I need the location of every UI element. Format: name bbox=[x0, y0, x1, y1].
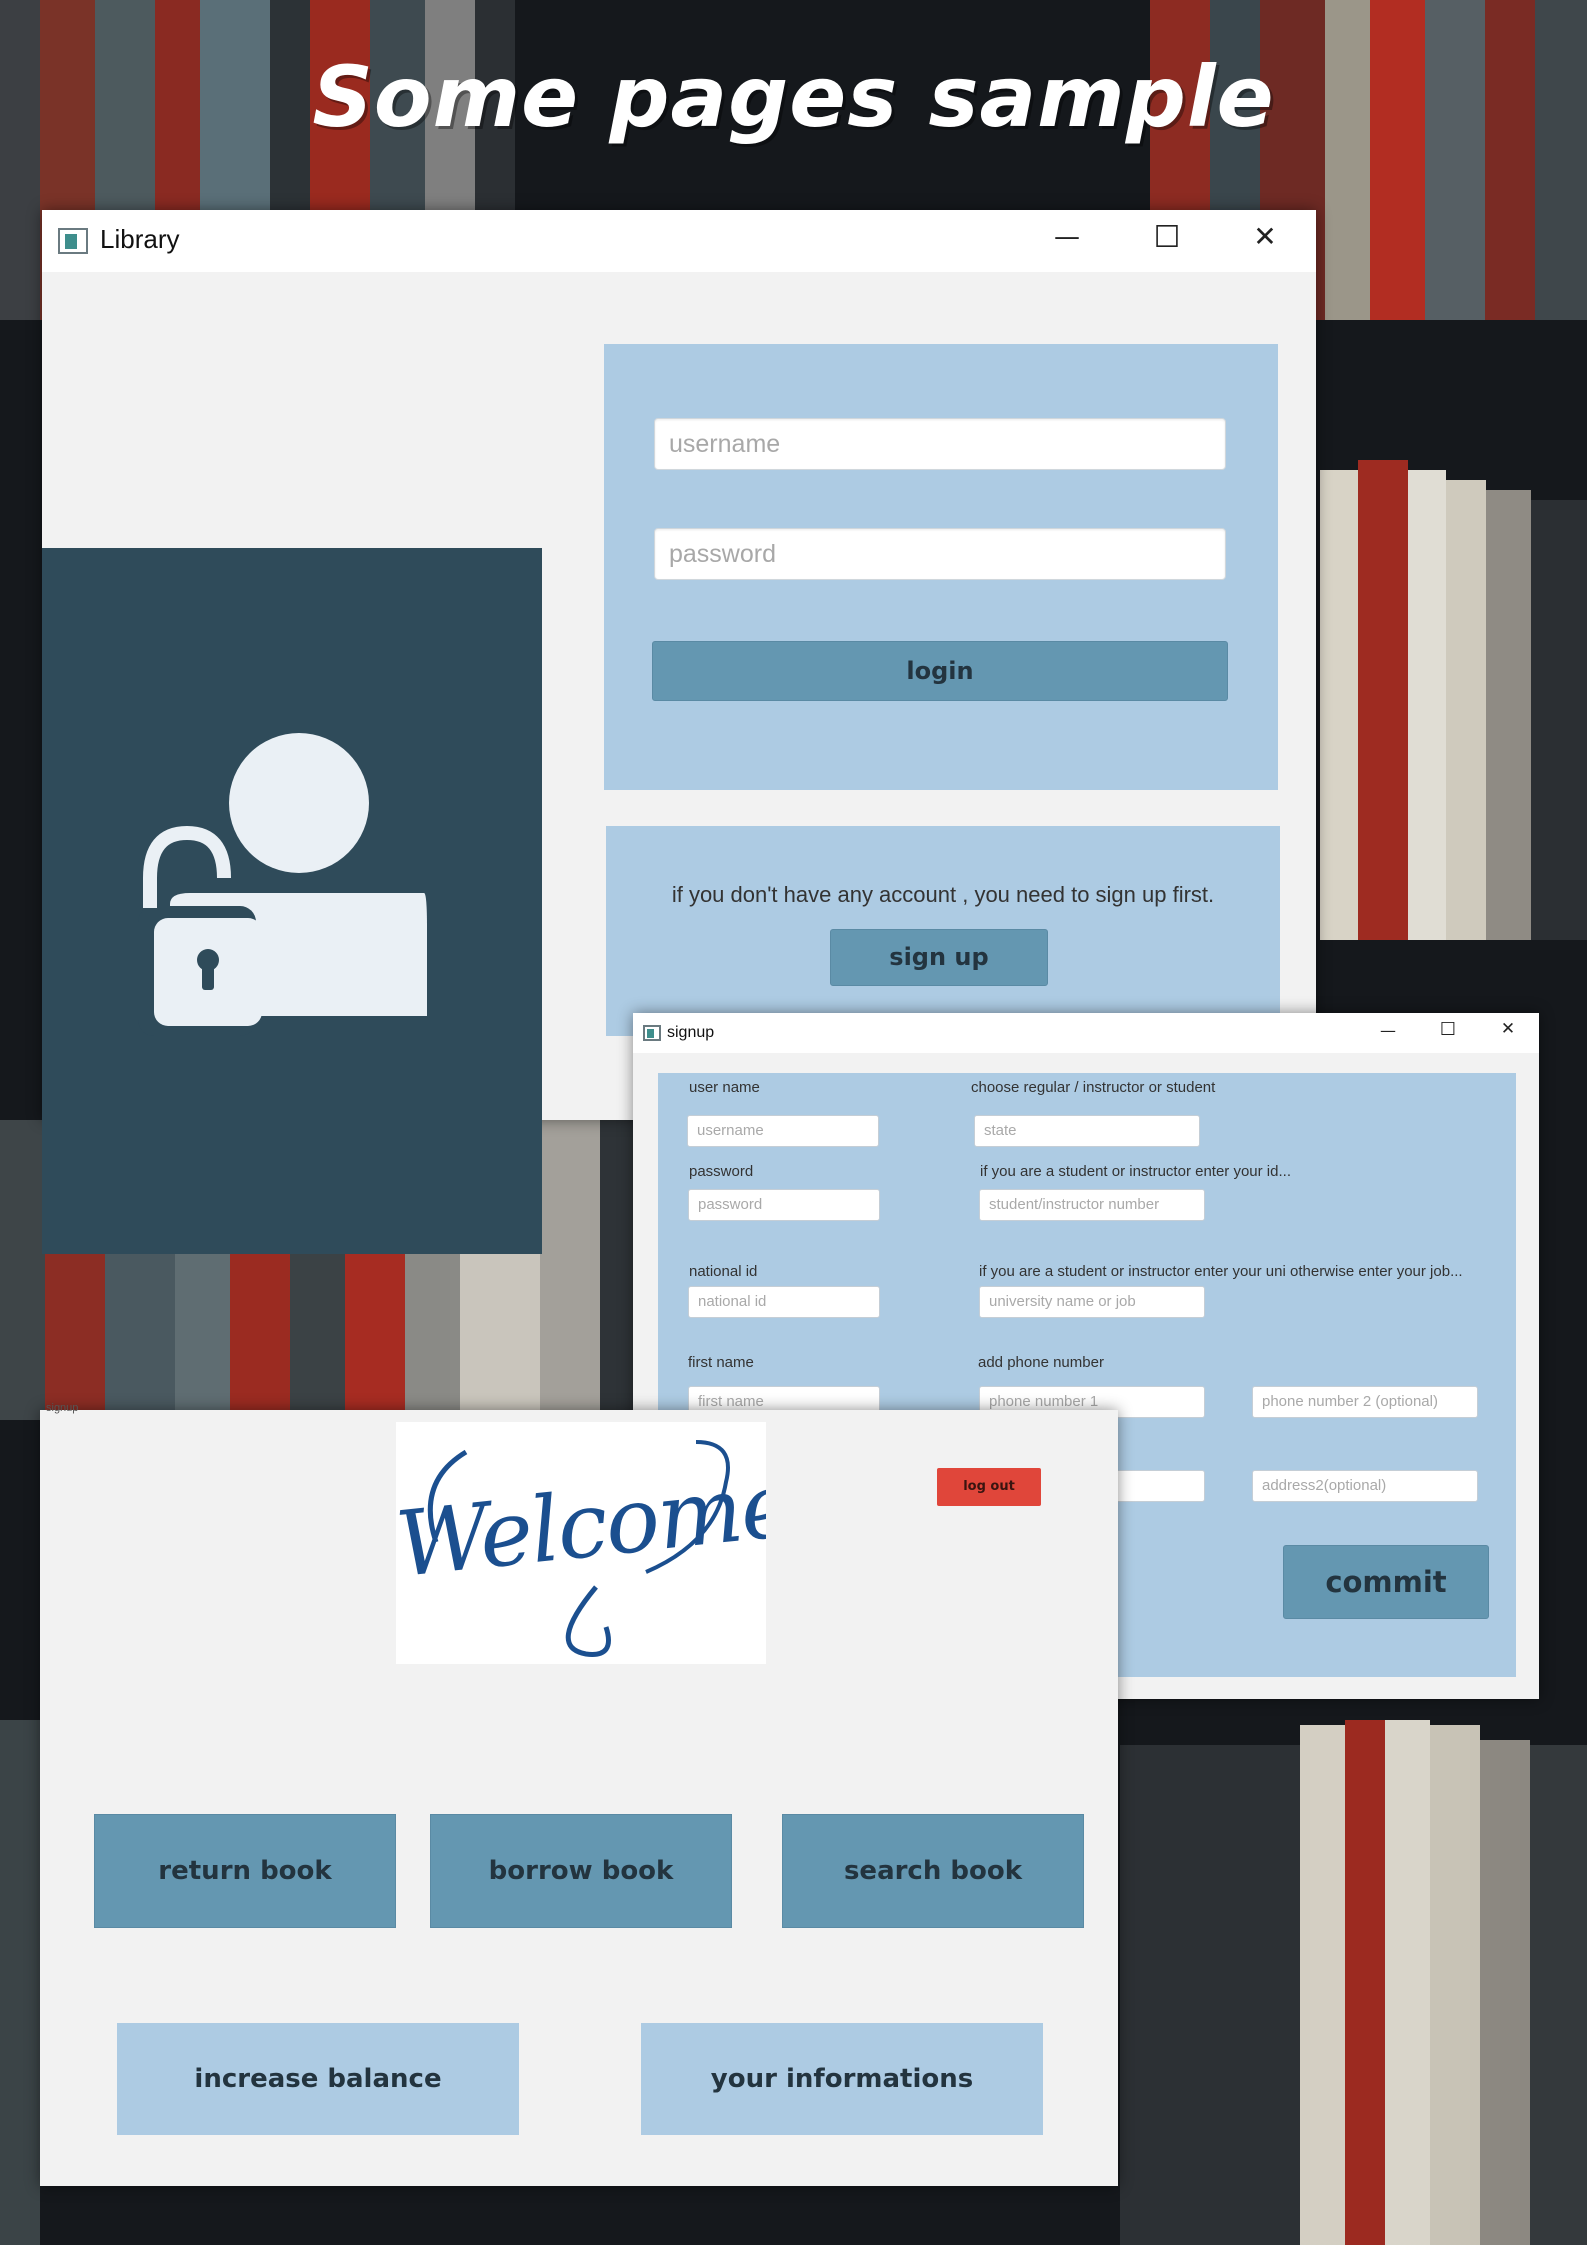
minimize-icon[interactable]: — bbox=[1373, 1021, 1403, 1040]
user-lock-icon bbox=[138, 733, 427, 1036]
logout-button[interactable]: log out bbox=[937, 1468, 1041, 1506]
user-lock-panel bbox=[42, 548, 542, 1254]
state-select[interactable]: state bbox=[974, 1115, 1200, 1147]
password-label: password bbox=[689, 1163, 754, 1180]
signup-note: if you don't have any account , you need… bbox=[671, 882, 1215, 907]
commit-button[interactable]: commit bbox=[1283, 1545, 1489, 1619]
phone2-input[interactable]: phone number 2 (optional) bbox=[1252, 1386, 1478, 1418]
home-titlebar: signup bbox=[40, 1402, 1118, 1416]
app-window-icon bbox=[643, 1025, 661, 1041]
close-icon[interactable]: ✕ bbox=[1240, 220, 1290, 253]
add-phone-label: add phone number bbox=[978, 1354, 1104, 1371]
signup-username-input[interactable]: username bbox=[687, 1115, 879, 1147]
borrow-book-button[interactable]: borrow book bbox=[430, 1814, 732, 1928]
signup-button[interactable]: sign up bbox=[830, 929, 1048, 986]
national-id-input[interactable]: national id bbox=[688, 1286, 880, 1318]
close-icon[interactable]: ✕ bbox=[1493, 1019, 1523, 1039]
app-window-icon bbox=[58, 228, 88, 254]
university-hint: if you are a student or instructor enter… bbox=[979, 1263, 1463, 1280]
address2-input[interactable]: address2(optional) bbox=[1252, 1470, 1478, 1502]
maximize-icon[interactable]: ☐ bbox=[1142, 220, 1192, 255]
signup-titlebar: signup — ☐ ✕ bbox=[633, 1013, 1539, 1053]
minimize-icon[interactable]: — bbox=[1042, 222, 1092, 252]
home-window-title: signup bbox=[46, 1402, 79, 1414]
choose-type-label: choose regular / instructor or student bbox=[971, 1079, 1216, 1096]
welcome-flourish bbox=[427, 1440, 730, 1657]
login-window-title: Library bbox=[100, 224, 180, 254]
search-book-button[interactable]: search book bbox=[782, 1814, 1084, 1928]
signup-password-input[interactable]: password bbox=[688, 1189, 880, 1221]
increase-balance-button[interactable]: increase balance bbox=[117, 2023, 519, 2135]
welcome-image: Welcome bbox=[396, 1422, 766, 1664]
your-informations-button[interactable]: your informations bbox=[641, 2023, 1043, 2135]
home-window: signup Welcome log out return book borro… bbox=[40, 1402, 1118, 2186]
username-input[interactable]: username bbox=[654, 418, 1226, 470]
national-id-label: national id bbox=[689, 1263, 758, 1280]
maximize-icon[interactable]: ☐ bbox=[1433, 1019, 1463, 1040]
user-name-label: user name bbox=[689, 1079, 760, 1096]
university-input[interactable]: university name or job bbox=[979, 1286, 1205, 1318]
login-button[interactable]: login bbox=[652, 641, 1228, 701]
password-input[interactable]: password bbox=[654, 528, 1226, 580]
login-titlebar: Library — ☐ ✕ bbox=[42, 210, 1316, 272]
login-window: Library — ☐ ✕ username password login if… bbox=[42, 210, 1316, 1254]
student-number-input[interactable]: student/instructor number bbox=[979, 1189, 1205, 1221]
page-title: Some pages sample bbox=[312, 48, 1275, 146]
first-name-label: first name bbox=[688, 1354, 754, 1371]
return-book-button[interactable]: return book bbox=[94, 1814, 396, 1928]
signup-window-title: signup bbox=[667, 1024, 715, 1041]
student-id-hint: if you are a student or instructor enter… bbox=[980, 1163, 1291, 1180]
